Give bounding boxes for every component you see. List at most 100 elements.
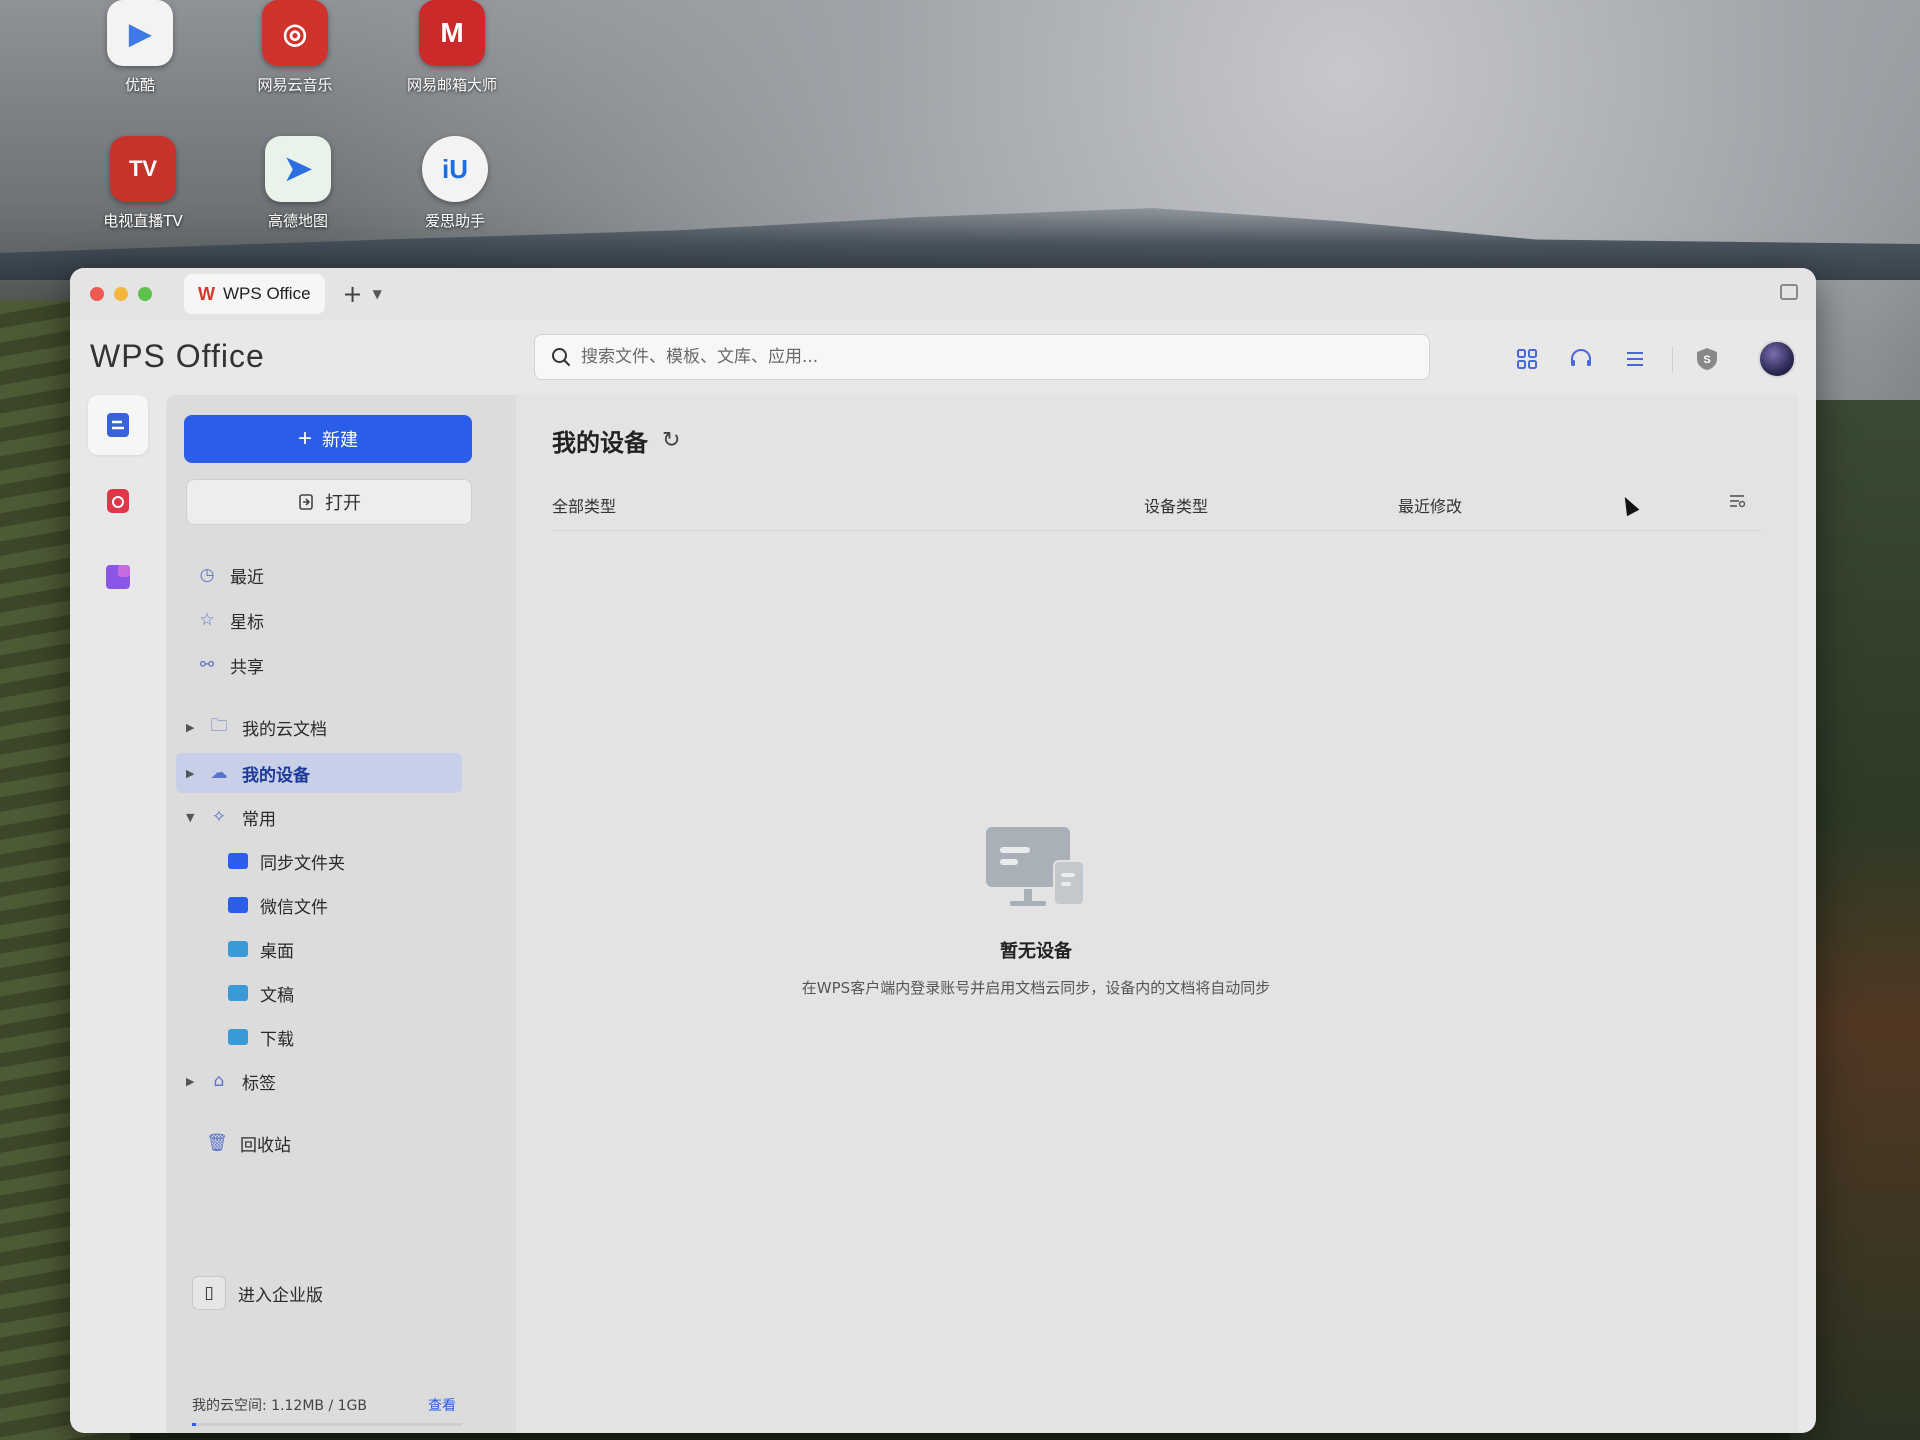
column-settings-icon[interactable] (1728, 493, 1746, 513)
page-title: 我的设备 ↻ (552, 423, 680, 458)
empty-state: 暂无设备 在WPS客户端内登录账号并启用文档云同步，设备内的文档将自动同步 (516, 825, 1556, 998)
nav-item-shared[interactable]: ⚯ 共享 (196, 647, 264, 683)
nav-label-starred: 星标 (230, 612, 264, 633)
trash-icon: 🗑 (206, 1133, 228, 1153)
main-content: 我的设备 ↻ 全部类型 设备类型 最近修改 暂无设备 在WPS客户端内登录账号并… (516, 395, 1798, 1433)
search-bar[interactable] (534, 334, 1430, 380)
minimize-button[interactable] (114, 287, 128, 301)
sidebar-toggle-icon[interactable] (1780, 284, 1798, 300)
tv-icon: TV (110, 136, 176, 202)
desktop-icon-label: 高德地图 (267, 212, 328, 230)
header-divider (1672, 346, 1673, 372)
clock-icon: ◷ (199, 565, 215, 585)
desktop-icon-label: 网易邮箱大师 (406, 76, 497, 94)
chevron-down-icon[interactable]: ▼ (373, 287, 382, 301)
refresh-icon[interactable]: ↻ (662, 428, 680, 453)
nav-label-tags: 标签 (242, 1073, 276, 1094)
nav-label-my-devices: 我的设备 (242, 765, 310, 786)
desktop-icon-netease-mail[interactable]: M 网易邮箱大师 (387, 0, 517, 95)
caret-right-icon: ▶ (186, 766, 195, 780)
nav-item-desktop[interactable]: 桌面 (228, 931, 294, 967)
nav-item-common[interactable]: ▼ ✧ 常用 (186, 799, 276, 835)
avatar[interactable] (1758, 340, 1796, 378)
nav-item-my-devices[interactable]: ▶ ☁ 我的设备 (186, 755, 310, 791)
folder-icon: 🗀 (210, 715, 228, 736)
rail-pdf[interactable] (88, 471, 148, 531)
tab-label: WPS Office (223, 284, 311, 303)
search-input[interactable] (581, 347, 1381, 367)
new-button-label: 新建 (322, 430, 358, 450)
nav-label-documents: 文稿 (260, 985, 294, 1006)
pin-icon: ✧ (211, 807, 227, 827)
app-header: WPS Office S (70, 320, 1816, 395)
nav-panel: + 新建 打开 ◷ 最近 ☆ 星标 ⚯ 共享 ▶ 🗀 我的云文档 ▶ ☁ 我的设 (166, 395, 516, 1433)
nav-item-sync-folder[interactable]: 同步文件夹 (228, 843, 345, 879)
amap-icon: ➤ (265, 136, 331, 202)
storage-usage: 我的云空间: 1.12MB / 1GB (192, 1398, 367, 1414)
nav-label-common: 常用 (242, 809, 276, 830)
desktop-icon-tv-live[interactable]: TV 电视直播TV (78, 136, 208, 231)
headset-icon[interactable] (1568, 346, 1594, 372)
zoom-button[interactable] (138, 287, 152, 301)
netease-music-icon: ◎ (262, 0, 328, 66)
desktop-icon-i4[interactable]: iU 爱思助手 (390, 136, 520, 231)
nav-label-cloud-docs: 我的云文档 (242, 719, 327, 740)
nav-item-wechat-files[interactable]: 微信文件 (228, 887, 328, 923)
desktop-icon-youku[interactable]: ▶ 优酷 (75, 0, 205, 95)
empty-state-description: 在WPS客户端内登录账号并启用文档云同步，设备内的文档将自动同步 (801, 979, 1271, 997)
desktop-icon-amap[interactable]: ➤ 高德地图 (233, 136, 363, 231)
membership-shield-icon[interactable]: S (1694, 346, 1720, 372)
nav-label-shared: 共享 (230, 657, 264, 678)
nav-item-downloads[interactable]: 下载 (228, 1019, 294, 1055)
building-icon: ▯ (192, 1276, 226, 1310)
titlebar: W WPS Office + ▼ (70, 268, 1816, 320)
svg-text:S: S (1703, 354, 1710, 366)
caret-right-icon: ▶ (186, 1074, 195, 1088)
empty-state-title: 暂无设备 (1000, 941, 1072, 962)
documents-folder-icon (228, 985, 248, 1001)
rail-documents[interactable] (88, 395, 148, 455)
wechat-folder-icon (228, 897, 248, 913)
search-icon (552, 348, 570, 366)
column-device-type[interactable]: 设备类型 (1144, 493, 1208, 517)
wps-logo-icon: W (198, 283, 215, 304)
desktop-icon-label: 爱思助手 (424, 212, 485, 230)
apps-grid-icon[interactable] (1514, 346, 1540, 372)
page-title-text: 我的设备 (552, 429, 648, 457)
nav-item-documents[interactable]: 文稿 (228, 975, 294, 1011)
caret-down-icon: ▼ (186, 810, 195, 824)
desktop-icon-label: 电视直播TV (103, 212, 183, 230)
close-button[interactable] (90, 287, 104, 301)
nav-item-recent[interactable]: ◷ 最近 (196, 557, 264, 593)
cloud-icon: ☁ (210, 763, 228, 783)
apps-icon (106, 565, 130, 589)
tab-wps-office[interactable]: W WPS Office (184, 274, 325, 314)
pdf-icon (107, 489, 129, 513)
nav-item-trash[interactable]: 🗑 回收站 (206, 1125, 291, 1161)
nav-item-starred[interactable]: ☆ 星标 (196, 602, 264, 638)
menu-icon[interactable] (1622, 346, 1648, 372)
document-icon (107, 413, 129, 437)
open-button-label: 打开 (325, 493, 361, 514)
nav-item-cloud-docs[interactable]: ▶ 🗀 我的云文档 (186, 709, 327, 745)
new-tab-button[interactable]: + (343, 280, 363, 308)
tag-icon: ⌂ (213, 1071, 225, 1091)
desktop-icon-netease-music[interactable]: ◎ 网易云音乐 (230, 0, 360, 95)
rail-apps[interactable] (88, 547, 148, 607)
storage-view-link[interactable]: 查看 (428, 1395, 456, 1415)
wps-window: W WPS Office + ▼ WPS Office S (70, 268, 1816, 1433)
nav-item-tags[interactable]: ▶ ⌂ 标签 (186, 1063, 276, 1099)
column-last-modified[interactable]: 最近修改 (1398, 493, 1462, 517)
nav-label-trash: 回收站 (240, 1135, 291, 1156)
open-button[interactable]: 打开 (186, 479, 472, 525)
window-controls (90, 287, 152, 301)
nav-label-wechat-files: 微信文件 (260, 897, 328, 918)
monitor-icon (986, 827, 1085, 906)
storage-progress (192, 1423, 462, 1426)
nav-label-sync-folder: 同步文件夹 (260, 853, 345, 874)
enterprise-button[interactable]: ▯ 进入企业版 (192, 1275, 323, 1311)
column-all-types[interactable]: 全部类型 (552, 493, 616, 517)
downloads-folder-icon (228, 1029, 248, 1045)
app-rail (88, 395, 148, 1415)
new-button[interactable]: + 新建 (184, 415, 472, 463)
